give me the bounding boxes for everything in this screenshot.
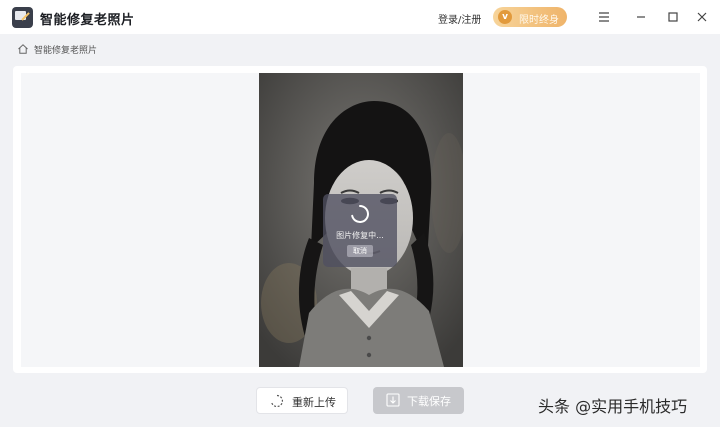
refresh-icon [271, 394, 283, 408]
breadcrumb: 智能修复老照片 [17, 42, 97, 56]
breadcrumb-label: 智能修复老照片 [34, 45, 98, 56]
reupload-label: 重新上传 [292, 396, 336, 409]
loading-spinner-icon [351, 205, 369, 223]
download-icon [386, 393, 400, 407]
cancel-button[interactable]: 取消 [347, 245, 373, 257]
close-icon[interactable] [694, 9, 710, 25]
maximize-icon[interactable] [665, 9, 681, 25]
download-label: 下载保存 [407, 395, 451, 408]
login-register-link[interactable]: 登录/注册 [438, 11, 481, 26]
repair-status-text: 图片修复中... [336, 231, 384, 240]
photo-repair-logo-icon [12, 7, 33, 28]
vip-button-label: 限时终身 [519, 15, 559, 26]
watermark-text: 头条 @实用手机技巧 [538, 397, 688, 416]
minimize-icon[interactable] [633, 9, 649, 25]
home-icon[interactable] [17, 43, 29, 55]
vip-diamond-icon: v [498, 10, 512, 24]
menu-icon[interactable] [596, 9, 612, 25]
app-title: 智能修复老照片 [40, 13, 135, 28]
download-save-button[interactable]: 下载保存 [373, 387, 464, 414]
vip-lifetime-button[interactable]: v 限时终身 [493, 7, 567, 27]
title-bar: 智能修复老照片 登录/注册 v 限时终身 [0, 0, 720, 34]
repair-progress-dialog: 图片修复中... 取消 [323, 194, 397, 267]
reupload-button[interactable]: 重新上传 [256, 387, 348, 414]
